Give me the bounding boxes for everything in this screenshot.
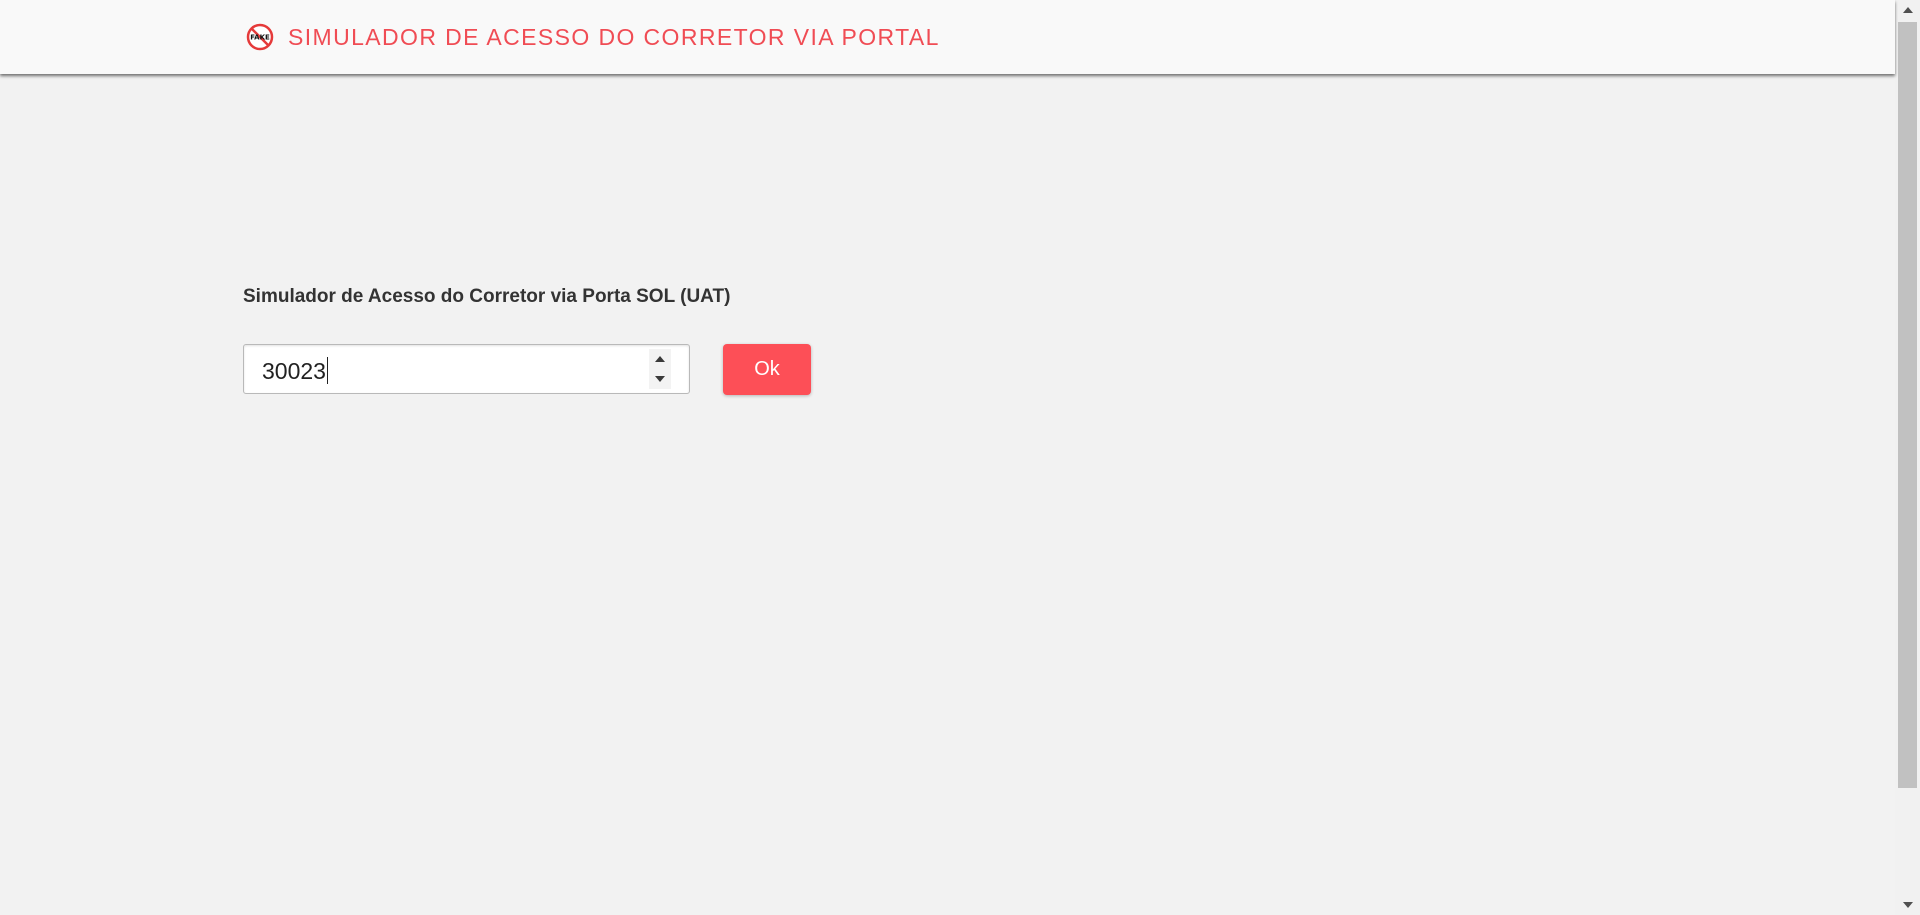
number-spinner <box>649 349 671 389</box>
brand[interactable]: FAKE SIMULADOR DE ACESSO DO CORRETOR VIA… <box>246 22 940 52</box>
ok-button[interactable]: Ok <box>723 344 811 395</box>
increment-button[interactable] <box>649 349 671 369</box>
scroll-down-icon <box>1902 902 1913 908</box>
page-viewport: FAKE SIMULADOR DE ACESSO DO CORRETOR VIA… <box>0 0 1895 915</box>
decrement-button[interactable] <box>649 369 671 389</box>
broker-code-value: 30023 <box>262 357 328 384</box>
scroll-down-button[interactable] <box>1895 895 1920 915</box>
form-title: Simulador de Acesso do Corretor via Port… <box>243 286 731 307</box>
app-header: FAKE SIMULADOR DE ACESSO DO CORRETOR VIA… <box>0 0 1895 74</box>
broker-code-input[interactable]: 30023 <box>243 344 690 394</box>
arrow-down-icon <box>655 376 665 382</box>
text-caret <box>326 357 328 384</box>
scroll-thumb[interactable] <box>1898 22 1917 788</box>
vertical-scrollbar[interactable] <box>1895 0 1920 915</box>
app-title: SIMULADOR DE ACESSO DO CORRETOR VIA PORT… <box>288 23 940 50</box>
svg-text:FAKE: FAKE <box>250 34 270 42</box>
arrow-up-icon <box>655 356 665 362</box>
fake-stamp-icon: FAKE <box>246 23 274 51</box>
scroll-up-button[interactable] <box>1895 0 1920 20</box>
scroll-up-icon <box>1902 7 1913 13</box>
